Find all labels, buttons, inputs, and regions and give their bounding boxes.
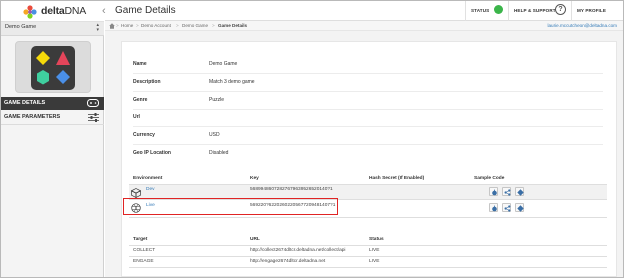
col-header-key: Key xyxy=(250,176,259,181)
divider xyxy=(133,73,603,74)
col-header-hash-secret: Hash Secret (If Enabled) xyxy=(369,176,425,181)
table-row xyxy=(129,185,607,199)
page-title: Game Details xyxy=(115,5,176,16)
breadcrumb-separator: > xyxy=(116,23,119,28)
cube-icon xyxy=(131,188,141,198)
detail-label-genre: Genre xyxy=(133,97,148,103)
divider xyxy=(129,267,607,268)
divider xyxy=(133,126,603,127)
game-details-card: Name Demo Game Description Match 3 demo … xyxy=(121,41,617,277)
target-url: http://collect2674dltcr.deltadna.net/col… xyxy=(250,248,346,253)
divider xyxy=(129,217,607,218)
home-icon[interactable] xyxy=(109,23,115,29)
target-url: http://engage2674dltcr.deltadna.net xyxy=(250,259,326,264)
col-header-target: Target xyxy=(133,237,148,242)
logo[interactable]: deltaDNA xyxy=(1,1,104,22)
col-header-status: Status xyxy=(369,237,384,242)
share-icon xyxy=(504,189,511,196)
detail-label-currency: Currency xyxy=(133,132,155,138)
divider xyxy=(465,1,466,21)
apple-icon xyxy=(492,189,497,196)
help-support-link[interactable]: HELP & SUPPORT xyxy=(514,8,556,13)
apple-sdk-button[interactable] xyxy=(489,187,498,196)
breadcrumb-separator: > xyxy=(176,23,179,28)
updown-chevron-icon: ▴ ▾ xyxy=(96,22,99,33)
unity-sdk-button[interactable] xyxy=(515,187,524,196)
diamond-icon xyxy=(517,205,524,212)
status-indicator[interactable] xyxy=(494,5,503,14)
share-sdk-button[interactable] xyxy=(502,187,511,196)
divider xyxy=(129,245,607,246)
divider xyxy=(508,1,509,21)
game-thumbnail xyxy=(15,41,91,93)
share-sdk-button[interactable] xyxy=(502,203,511,212)
sliders-icon xyxy=(88,113,99,122)
my-profile-link[interactable]: MY PROFILE xyxy=(577,8,606,13)
divider xyxy=(129,256,607,257)
breadcrumb: > Home > Demo Account > Demo Game > Game… xyxy=(105,21,623,31)
game-icon xyxy=(31,46,75,90)
share-icon xyxy=(504,205,511,212)
breadcrumb-separator: > xyxy=(136,23,139,28)
collapse-sidebar-icon[interactable]: ‹ xyxy=(102,5,106,17)
divider xyxy=(133,91,603,92)
gamepad-icon xyxy=(87,99,99,107)
sidebar-item-game-details[interactable]: GAME DETAILS xyxy=(1,97,104,110)
game-selector-value: Demo Game xyxy=(5,24,37,30)
detail-label-description: Description xyxy=(133,79,161,85)
top-bar: ‹ Game Details STATUS HELP & SUPPORT MY … xyxy=(102,1,623,21)
target-status: LIVE xyxy=(369,259,380,264)
sidebar-item-game-parameters[interactable]: GAME PARAMETERS xyxy=(1,111,104,124)
logo-text: deltaDNA xyxy=(41,5,87,17)
sidebar-item-label: GAME PARAMETERS xyxy=(4,114,61,120)
gem-shapes-icon xyxy=(36,51,70,85)
detail-value-name: Demo Game xyxy=(209,61,238,67)
breadcrumb-home[interactable]: Home xyxy=(121,23,133,28)
target-status: LIVE xyxy=(369,248,380,253)
detail-label-geo-ip: Geo IP Location xyxy=(133,150,171,156)
col-header-sample-code: Sample Code xyxy=(474,176,505,181)
divider xyxy=(571,1,572,21)
user-email: laurie.mccutcheon@deltadna.com xyxy=(547,23,617,28)
apple-icon xyxy=(492,205,497,212)
breadcrumb-demo-game[interactable]: Demo Game xyxy=(182,23,208,28)
detail-value-genre: Puzzle xyxy=(209,97,225,103)
divider xyxy=(133,109,603,110)
col-header-url: URL xyxy=(250,237,260,242)
col-header-environment: Environment xyxy=(133,176,163,181)
breadcrumb-demo-account[interactable]: Demo Account xyxy=(141,23,171,28)
sidebar: deltaDNA Demo Game ▴ ▾ GAME DETAILS GAME … xyxy=(1,1,104,277)
highlight-annotation-box xyxy=(123,198,338,215)
target-name: COLLECT xyxy=(133,248,156,253)
detail-value-geo-ip: Disabled xyxy=(209,150,229,156)
apple-sdk-button[interactable] xyxy=(489,203,498,212)
detail-label-name: Name xyxy=(133,61,147,67)
detail-label-url: Url xyxy=(133,114,140,120)
diamond-icon xyxy=(517,189,524,196)
target-name: ENGAGE xyxy=(133,259,154,264)
breadcrumb-separator: > xyxy=(212,23,215,28)
game-selector[interactable]: Demo Game ▴ ▾ xyxy=(1,22,104,36)
sidebar-divider xyxy=(1,124,104,125)
sidebar-item-label: GAME DETAILS xyxy=(4,100,46,106)
deltadna-logo-icon xyxy=(23,5,37,19)
environment-key: 56899486072827679639526520140?1 xyxy=(250,187,333,192)
help-icon[interactable]: ? xyxy=(555,4,566,15)
status-label: STATUS xyxy=(471,8,490,13)
environment-dev-link[interactable]: Dev xyxy=(146,187,155,192)
breadcrumb-game-details: Game Details xyxy=(218,23,248,28)
unity-sdk-button[interactable] xyxy=(515,203,524,212)
detail-value-currency: USD xyxy=(209,132,220,138)
main-content: Name Demo Game Description Match 3 demo … xyxy=(105,31,623,277)
detail-value-description: Match 3 demo game xyxy=(209,79,255,85)
divider xyxy=(133,144,603,145)
